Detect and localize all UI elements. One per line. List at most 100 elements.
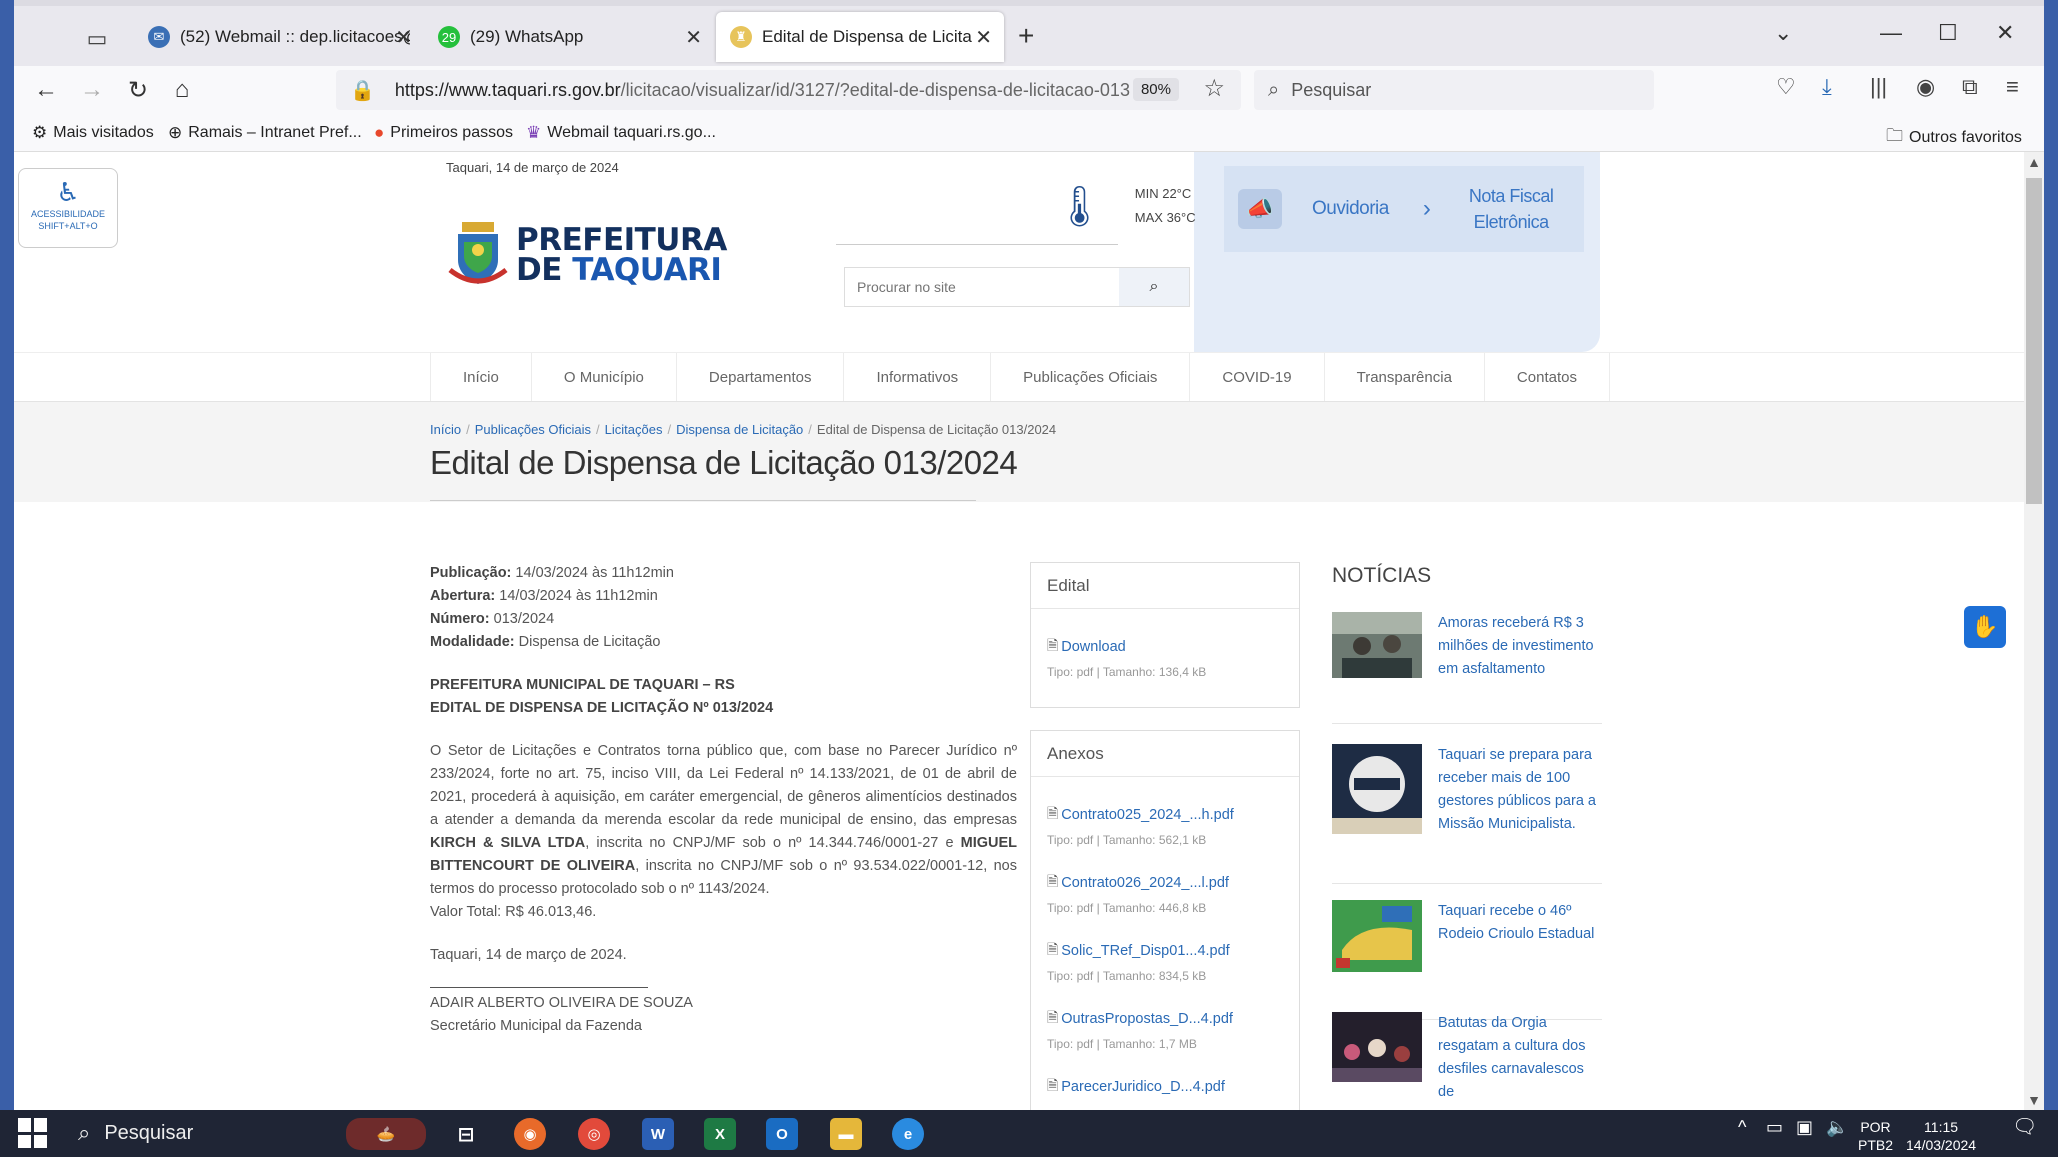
search-highlight-image[interactable]: 🥧 (346, 1118, 426, 1150)
accessibility-label: ACESSIBILIDADE (30, 209, 106, 219)
news-title[interactable]: Amoras receberá R$ 3 milhões de investim… (1438, 612, 1602, 681)
internet-explorer-icon[interactable]: e (892, 1118, 924, 1150)
breadcrumb-link[interactable]: Licitações (605, 422, 663, 437)
news-item[interactable]: Taquari se prepara para receber mais de … (1332, 744, 1602, 884)
word-icon[interactable]: W (642, 1118, 674, 1150)
address-bar[interactable]: 🔒 https://www.taquari.rs.gov.br/licitaca… (336, 70, 1241, 110)
menu-item-transparencia[interactable]: Transparência (1323, 353, 1484, 401)
volume-icon[interactable]: 🔈 (1826, 1118, 1848, 1136)
news-title[interactable]: Taquari recebe o 46º Rodeio Crioulo Esta… (1438, 900, 1602, 946)
scrollbar-thumb[interactable] (2026, 178, 2042, 504)
forward-icon[interactable]: → (74, 72, 110, 108)
file-link[interactable]: 🗎 ParecerJuridico_D...4.pdf (1047, 1075, 1299, 1099)
accessibility-button[interactable]: ♿ ACESSIBILIDADE SHIFT+ALT+O (18, 168, 118, 248)
download-link[interactable]: 🗎 Download (1047, 635, 1299, 659)
site-search-button[interactable]: ⌕ (1119, 268, 1189, 306)
site-search: ⌕ (844, 267, 1190, 307)
maximize-icon[interactable]: ☐ (1938, 20, 1958, 46)
firefox-icon[interactable]: ◉ (514, 1118, 546, 1150)
bookmark-primeiros-passos[interactable]: ● Primeiros passos (374, 123, 513, 143)
breadcrumb-link[interactable]: Publicações Oficiais (475, 422, 591, 437)
nota-fiscal-link[interactable]: Nota Fiscal Eletrônica (1469, 183, 1554, 235)
home-icon[interactable]: ⌂ (164, 72, 200, 108)
news-item[interactable]: Taquari recebe o 46º Rodeio Crioulo Esta… (1332, 900, 1602, 1020)
window-frame-left (0, 0, 14, 1110)
thermometer-icon: 🌡 (1054, 184, 1105, 229)
menu-icon[interactable]: ≡ (2006, 74, 2019, 100)
menu-item-covid-19[interactable]: COVID-19 (1189, 353, 1323, 401)
file-link[interactable]: 🗎 Contrato026_2024_...l.pdf (1047, 871, 1299, 895)
tray-chevron-icon[interactable]: ^ (1738, 1118, 1746, 1136)
close-tab-icon[interactable]: ✕ (975, 25, 992, 50)
zoom-level[interactable]: 80% (1132, 78, 1179, 101)
tab-edital[interactable]: ♜ Edital de Dispensa de Licitação ✕ (716, 12, 1004, 62)
lock-icon[interactable]: 🔒 (350, 78, 375, 103)
main-menu: Início O Município Departamentos Informa… (14, 352, 2024, 402)
clock[interactable]: 11:15 14/03/2024 (1906, 1118, 1976, 1154)
ouvidoria-link[interactable]: Ouvidoria (1312, 198, 1389, 220)
network-icon[interactable]: ▣ (1796, 1118, 1813, 1136)
url-text[interactable]: https://www.taquari.rs.gov.br/licitacao/… (395, 80, 1135, 101)
windows-start-icon[interactable] (18, 1118, 48, 1148)
bookmark-webmail[interactable]: ♛ Webmail taquari.rs.go... (526, 123, 716, 143)
news-title[interactable]: Taquari se prepara para receber mais de … (1438, 744, 1602, 836)
task-view-icon[interactable]: ⊟ (450, 1118, 482, 1150)
extensions-icon[interactable]: ⧉ (1962, 74, 1978, 100)
menu-item-departamentos[interactable]: Departamentos (675, 353, 844, 401)
menu-item-o-municipio[interactable]: O Município (530, 353, 676, 401)
library-icon[interactable]: ||| (1870, 74, 1887, 100)
back-icon[interactable]: ← (28, 72, 64, 108)
tab-whatsapp[interactable]: 29 (29) WhatsApp ✕ (424, 12, 714, 62)
new-tab-icon[interactable]: + (1018, 20, 1034, 52)
page-scrollbar[interactable]: ▲ ▼ (2024, 152, 2044, 1110)
bookmark-star-icon[interactable]: ☆ (1203, 74, 1225, 103)
bookmark-mais-visitados[interactable]: ⚙ Mais visitados (32, 123, 154, 143)
chevron-down-icon[interactable]: ⌄ (1774, 20, 1792, 46)
news-item[interactable]: Amoras receberá R$ 3 milhões de investim… (1332, 612, 1602, 724)
browser-search-input[interactable]: ⌕ Pesquisar (1254, 70, 1654, 110)
news-title[interactable]: Batutas da Orgia resgatam a cultura dos … (1438, 1012, 1602, 1104)
close-tab-icon[interactable]: ✕ (685, 25, 702, 50)
file-link[interactable]: 🗎 OutrasPropostas_D...4.pdf (1047, 1007, 1299, 1031)
notifications-icon[interactable]: 🗨 (2012, 1117, 2037, 1137)
bookmark-ramais[interactable]: ⊕ Ramais – Intranet Pref... (168, 123, 362, 143)
tab-list-icon[interactable]: ▭ (78, 20, 116, 58)
minimize-icon[interactable]: — (1880, 20, 1902, 46)
excel-icon[interactable]: X (704, 1118, 736, 1150)
file-meta: Tipo: pdf | Tamanho: 834,5 kB (1047, 969, 1207, 983)
account-icon[interactable]: ◉ (1916, 74, 1935, 100)
pocket-icon[interactable]: ♡ (1776, 74, 1796, 100)
menu-item-publicacoes-oficiais[interactable]: Publicações Oficiais (990, 353, 1189, 401)
tab-webmail[interactable]: ✉ (52) Webmail :: dep.licitacoes@ ✕ (134, 12, 424, 62)
clock-time: 11:15 (1924, 1119, 1959, 1135)
menu-item-inicio[interactable]: Início (430, 353, 531, 401)
chevron-right-icon[interactable]: › (1423, 195, 1431, 223)
page-viewport: ♿ ACESSIBILIDADE SHIFT+ALT+O Taquari, 14… (14, 152, 2044, 1110)
reload-icon[interactable]: ↻ (120, 72, 156, 108)
scroll-up-icon[interactable]: ▲ (2024, 154, 2044, 170)
menu-item-contatos[interactable]: Contatos (1483, 353, 1610, 401)
menu-item-informativos[interactable]: Informativos (843, 353, 990, 401)
language-indicator[interactable]: POR PTB2 (1858, 1118, 1893, 1154)
site-logo[interactable]: PREFEITURA DE TAQUARI (448, 220, 727, 290)
news-item[interactable]: Batutas da Orgia resgatam a cultura dos … (1332, 1012, 1602, 1110)
site-search-input[interactable] (845, 268, 1119, 306)
sign-language-icon[interactable]: ✋ (1964, 606, 2006, 648)
breadcrumb-link[interactable]: Dispensa de Licitação (676, 422, 803, 437)
file-item: 🗎 Solic_TRef_Disp01...4.pdf Tipo: pdf | T… (1031, 939, 1299, 983)
prefeitura-crest-icon: ♜ (730, 26, 752, 48)
close-tab-icon[interactable]: ✕ (395, 25, 412, 50)
bookmark-outros-favoritos[interactable]: 🗀 Outros favoritos (1886, 123, 2022, 152)
scroll-down-icon[interactable]: ▼ (2024, 1092, 2044, 1108)
file-link[interactable]: 🗎 Contrato025_2024_...h.pdf (1047, 803, 1299, 827)
outlook-icon[interactable]: O (766, 1118, 798, 1150)
battery-icon[interactable]: ▭ (1766, 1118, 1783, 1136)
close-window-icon[interactable]: ✕ (1996, 20, 2014, 46)
publicacao-label: Publicação: (430, 565, 512, 581)
taskbar-search[interactable]: ⌕ Pesquisar (78, 1120, 193, 1146)
file-explorer-icon[interactable]: ▬ (830, 1118, 862, 1150)
download-icon[interactable]: ⤓ (1822, 74, 1832, 100)
breadcrumb-link[interactable]: Início (430, 422, 461, 437)
file-link[interactable]: 🗎 Solic_TRef_Disp01...4.pdf (1047, 939, 1299, 963)
chrome-icon[interactable]: ◎ (578, 1118, 610, 1150)
